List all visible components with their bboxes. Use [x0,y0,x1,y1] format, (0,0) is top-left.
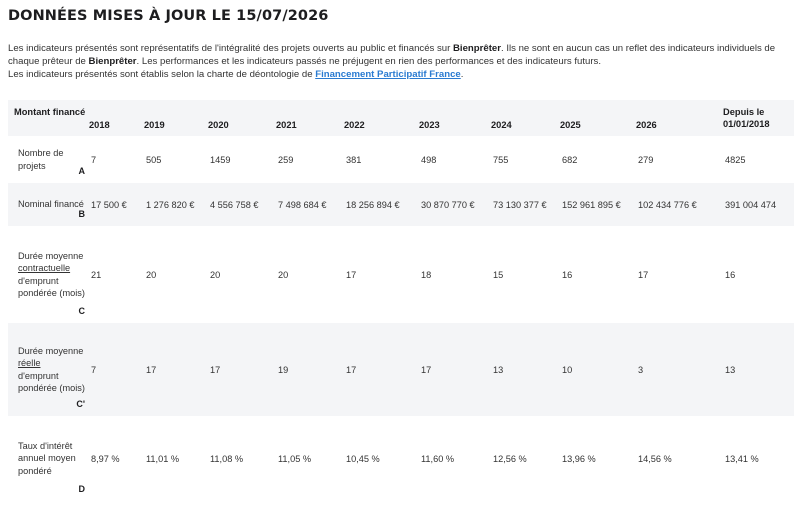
header-since: Depuis le 01/01/2018 [723,107,770,129]
table-cell: 17 [346,364,357,375]
table-cell: 10 [562,364,573,375]
page: DONNÉES MISES À JOUR LE 15/07/2026 Les i… [0,0,800,509]
row-letter: A [78,165,86,176]
row-label: Nombre de projets A [18,148,86,176]
table-cell: 259 [278,154,294,165]
table-cell: 1 276 820 € [146,199,195,210]
header-year: 2025 [560,120,581,130]
row-letter: C' [76,398,85,409]
header-year: 2018 [89,120,110,130]
fpf-charter-link[interactable]: Financement Participatif France [315,69,461,80]
header-year: 2022 [344,120,365,130]
intro-paragraph-2: Les indicateurs présentés sont établis s… [8,69,464,80]
table-cell: 1459 [210,154,231,165]
table-cell: 19 [278,364,289,375]
table-cell: 17 [346,269,357,280]
table-cell: 152 961 895 € [562,199,621,210]
table-header: Montant financé 2018 2019 2020 2021 2022… [8,100,794,136]
table-cell: 12,56 % [493,453,527,464]
row-label: Taux d'intérêt annuel moyen pondéré D [18,441,86,494]
table-row: Durée moyenne contractuelle d'emprunt pond… [8,226,794,323]
table-cell: 4825 [725,154,746,165]
row-label: Durée moyenne contractuelle d'emprunt pond… [18,251,86,316]
brand-name: Bienprêter [453,43,501,54]
table-cell: 16 [725,269,736,280]
table-cell: 20 [146,269,157,280]
table-cell: 17 [146,364,157,375]
table-cell: 505 [146,154,162,165]
table-cell: 11,05 % [278,453,312,464]
table-cell: 279 [638,154,654,165]
header-year: 2023 [419,120,440,130]
table-cell: 14,56 % [638,453,672,464]
header-year: 2024 [491,120,512,130]
table-cell: 30 870 770 € [421,199,475,210]
header-year: 2026 [636,120,657,130]
table-row: Taux d'intérêt annuel moyen pondéré D 8,97… [8,416,794,501]
row-label: Durée moyenne réelle d'emprunt pondérée (m… [18,346,85,409]
table-cell: 381 [346,154,362,165]
indicators-table: Montant financé 2018 2019 2020 2021 2022… [8,100,794,501]
table-cell: 10,45 % [346,453,380,464]
table-cell: 7 [91,364,97,375]
table-cell: 11,60 % [421,453,455,464]
row-letter: C [78,305,86,316]
table-row: Durée moyenne réelle d'emprunt pondérée (m… [8,323,794,416]
table-cell: 755 [493,154,509,165]
table-cell: 13,41 % [725,453,759,464]
table-cell: 7 [91,154,97,165]
header-amount: Montant financé [14,107,86,117]
header-year: 2020 [208,120,229,130]
table-cell: 16 [562,269,573,280]
table-cell: 17 [638,269,649,280]
table-cell: 13 [493,364,504,375]
row-label: Nominal financé B [18,199,86,219]
table-cell: 17 500 € [91,199,127,210]
table-cell: 18 256 894 € [346,199,400,210]
header-year: 2019 [144,120,165,130]
table-cell: 17 [421,364,432,375]
table-cell: 102 434 776 € [638,199,697,210]
table-cell: 18 [421,269,432,280]
table-cell: 391 004 474 [725,199,777,210]
table-row: Nominal financé B 17 500 € 1 276 820 € 4 556… [8,183,794,226]
table-cell: 3 [638,364,644,375]
brand-name: Bienprêter [88,56,137,67]
page-title: DONNÉES MISES À JOUR LE 15/07/2026 [8,8,329,24]
row-letter: B [78,208,86,219]
table-cell: 4 556 758 € [210,199,259,210]
table-cell: 13,96 % [562,453,596,464]
table-cell: 20 [210,269,221,280]
intro-paragraph-1: Les indicateurs présentés sont représent… [8,43,776,67]
table-cell: 17 [210,364,221,375]
table-cell: 8,97 % [91,453,120,464]
table-cell: 20 [278,269,289,280]
table-cell: 11,01 % [146,453,180,464]
intro-text: Les indicateurs présentés sont représent… [8,42,792,81]
table-cell: 7 498 684 € [278,199,327,210]
table-cell: 498 [421,154,437,165]
table-cell: 13 [725,364,736,375]
table-cell: 11,08 % [210,453,244,464]
table-cell: 73 130 377 € [493,199,547,210]
table-cell: 682 [562,154,578,165]
table-cell: 21 [91,269,102,280]
row-letter: D [78,483,86,494]
table-cell: 15 [493,269,504,280]
table-row: Nombre de projets A 7 505 1459 259 381 498 755 68… [8,136,794,183]
header-year: 2021 [276,120,297,130]
